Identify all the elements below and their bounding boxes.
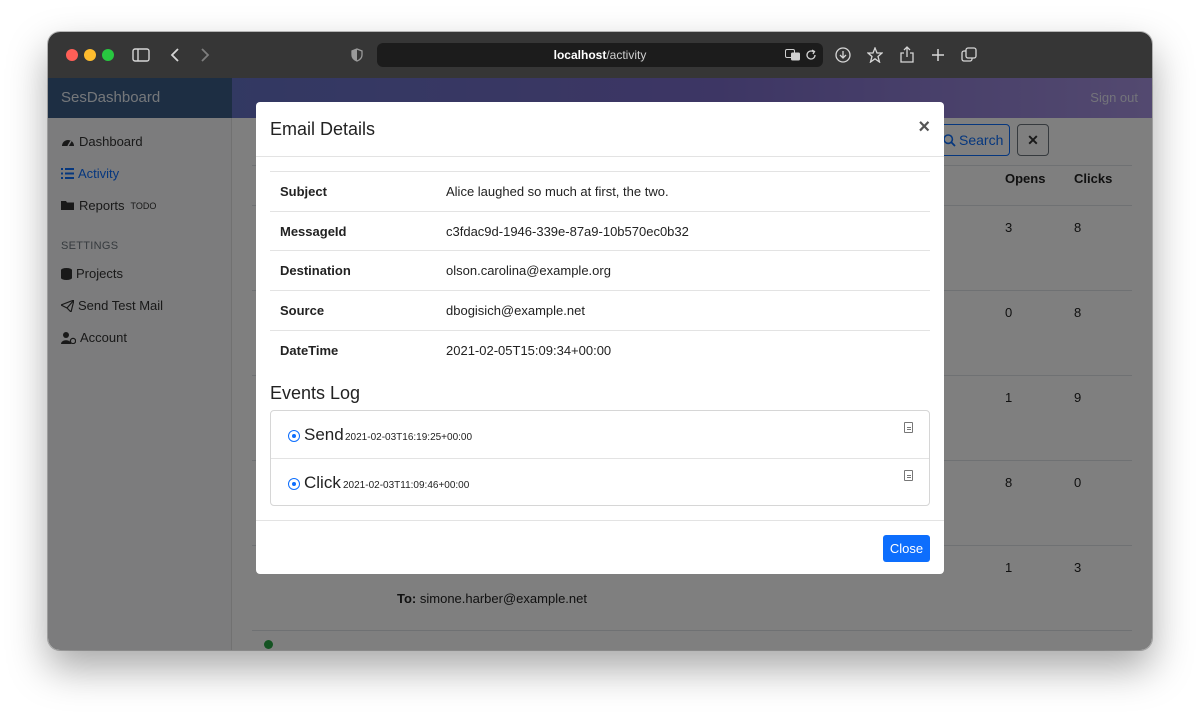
detail-row-source: Source dbogisich@example.net xyxy=(270,290,930,330)
zoom-window-button[interactable] xyxy=(102,49,114,61)
event-type: Click xyxy=(304,473,341,492)
detail-value: 2021-02-05T15:09:34+00:00 xyxy=(446,343,612,358)
modal-footer: Close xyxy=(256,520,944,574)
detail-row-datetime: DateTime 2021-02-05T15:09:34+00:00 xyxy=(270,330,930,370)
event-dot-icon xyxy=(288,430,300,442)
detail-label: Source xyxy=(280,303,325,318)
privacy-shield-icon[interactable] xyxy=(346,44,368,66)
detail-label: Subject xyxy=(280,184,327,199)
detail-row-destination: Destination olson.carolina@example.org xyxy=(270,250,930,290)
url-path: /activity xyxy=(606,48,647,62)
detail-row-subject: Subject Alice laughed so much at first, … xyxy=(270,171,930,211)
browser-toolbar: localhost/activity xyxy=(48,32,1152,78)
translate-icon[interactable] xyxy=(785,43,801,67)
share-icon[interactable] xyxy=(896,44,918,66)
forward-icon[interactable] xyxy=(194,44,216,66)
events-log-title: Events Log xyxy=(270,383,361,403)
detail-value: Alice laughed so much at first, the two. xyxy=(446,184,669,199)
document-icon[interactable] xyxy=(904,470,913,481)
events-log-list: Send 2021-02-03T16:19:25+00:00 Click 202… xyxy=(270,410,930,506)
email-details-modal: Email Details × Subject Alice laughed so… xyxy=(256,102,944,574)
bookmark-star-icon[interactable] xyxy=(864,44,886,66)
modal-header: Email Details × xyxy=(256,102,944,157)
tab-overview-icon[interactable] xyxy=(958,44,980,66)
minimize-window-button[interactable] xyxy=(84,49,96,61)
detail-row-messageid: MessageId c3fdac9d-1946-339e-87a9-10b570… xyxy=(270,211,930,251)
detail-label: MessageId xyxy=(280,224,347,239)
detail-label: Destination xyxy=(280,263,351,278)
sidebar-toggle-icon[interactable] xyxy=(130,44,152,66)
new-tab-icon[interactable] xyxy=(927,44,949,66)
event-time: 2021-02-03T11:09:46+00:00 xyxy=(343,480,470,491)
event-time: 2021-02-03T16:19:25+00:00 xyxy=(345,432,473,443)
app: SesDashboard Sign out Dashboard Activity… xyxy=(48,78,1152,650)
detail-value: olson.carolina@example.org xyxy=(446,263,611,278)
browser-window: localhost/activity SesDashboard xyxy=(48,32,1152,650)
reload-icon[interactable] xyxy=(805,43,817,67)
event-dot-icon xyxy=(288,478,300,490)
detail-label: DateTime xyxy=(280,343,339,358)
back-icon[interactable] xyxy=(164,44,186,66)
document-icon[interactable] xyxy=(904,422,913,433)
event-type: Send xyxy=(304,425,344,444)
detail-value: dbogisich@example.net xyxy=(446,303,585,318)
close-window-button[interactable] xyxy=(66,49,78,61)
event-item: Send 2021-02-03T16:19:25+00:00 xyxy=(271,411,929,458)
close-icon[interactable]: × xyxy=(918,116,930,139)
event-item: Click 2021-02-03T11:09:46+00:00 xyxy=(271,458,929,505)
downloads-icon[interactable] xyxy=(832,44,854,66)
detail-value: c3fdac9d-1946-339e-87a9-10b570ec0b32 xyxy=(446,224,689,239)
address-bar[interactable]: localhost/activity xyxy=(377,43,823,67)
close-button[interactable]: Close xyxy=(883,535,930,562)
url-host: localhost xyxy=(553,48,607,62)
modal-title: Email Details xyxy=(270,119,376,139)
